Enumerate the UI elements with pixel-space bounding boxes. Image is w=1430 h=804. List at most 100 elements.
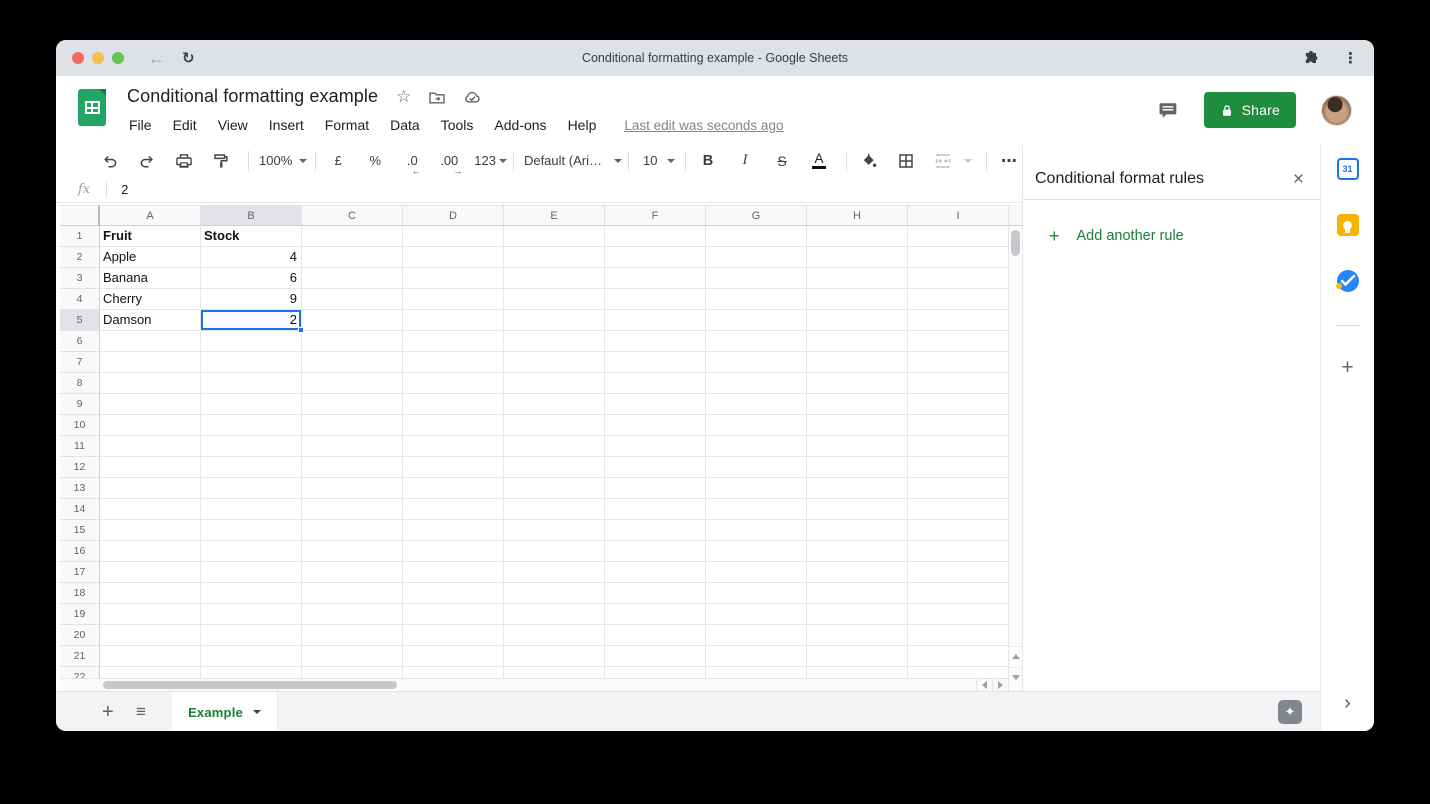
cell-E9[interactable] [504,394,605,415]
cell-E5[interactable] [504,310,605,331]
cell-G18[interactable] [706,583,807,604]
cell-H5[interactable] [807,310,908,331]
cell-H4[interactable] [807,289,908,310]
increase-decimal-button[interactable]: .00→ [437,149,461,173]
cell-G12[interactable] [706,457,807,478]
row-header-6[interactable]: 6 [60,331,100,352]
bold-button[interactable]: B [696,149,720,173]
cell-G14[interactable] [706,499,807,520]
cell-F15[interactable] [605,520,706,541]
cell-H14[interactable] [807,499,908,520]
cell-A3[interactable]: Banana [100,268,201,289]
row-header-18[interactable]: 18 [60,583,100,604]
cell-A17[interactable] [100,562,201,583]
cell-A21[interactable] [100,646,201,667]
cell-C15[interactable] [302,520,403,541]
cell-I6[interactable] [908,331,1008,352]
cell-B12[interactable] [201,457,302,478]
cell-C19[interactable] [302,604,403,625]
cell-C12[interactable] [302,457,403,478]
cell-D20[interactable] [403,625,504,646]
cell-E3[interactable] [504,268,605,289]
fill-color-icon[interactable] [857,149,881,173]
cell-B22[interactable] [201,667,302,678]
cell-E8[interactable] [504,373,605,394]
cell-A18[interactable] [100,583,201,604]
cell-H9[interactable] [807,394,908,415]
cell-H13[interactable] [807,478,908,499]
cell-A7[interactable] [100,352,201,373]
cell-G6[interactable] [706,331,807,352]
cell-B4[interactable]: 9 [201,289,302,310]
cell-E1[interactable] [504,226,605,247]
cell-B1[interactable]: Stock [201,226,302,247]
row-header-17[interactable]: 17 [60,562,100,583]
cell-I21[interactable] [908,646,1008,667]
cell-B18[interactable] [201,583,302,604]
format-currency-button[interactable]: £ [326,149,350,173]
print-icon[interactable] [172,149,196,173]
italic-button[interactable]: I [733,149,757,173]
row-header-9[interactable]: 9 [60,394,100,415]
text-color-button[interactable]: A [807,149,831,173]
cell-E11[interactable] [504,436,605,457]
horizontal-scrollbar-thumb[interactable] [103,681,397,689]
cell-F7[interactable] [605,352,706,373]
column-header-A[interactable]: A [100,205,201,226]
browser-menu-icon[interactable]: ⋮ [1343,49,1358,67]
row-header-4[interactable]: 4 [60,289,100,310]
cell-F4[interactable] [605,289,706,310]
cell-D8[interactable] [403,373,504,394]
cell-H20[interactable] [807,625,908,646]
decrease-decimal-button[interactable]: .0← [400,149,424,173]
cell-C9[interactable] [302,394,403,415]
cell-D16[interactable] [403,541,504,562]
cell-G9[interactable] [706,394,807,415]
row-header-7[interactable]: 7 [60,352,100,373]
menu-insert[interactable]: Insert [269,117,304,133]
comment-icon[interactable] [1158,101,1179,120]
cell-D3[interactable] [403,268,504,289]
column-header-F[interactable]: F [605,205,706,226]
cell-D14[interactable] [403,499,504,520]
cell-A10[interactable] [100,415,201,436]
cell-B8[interactable] [201,373,302,394]
cell-A8[interactable] [100,373,201,394]
cell-H8[interactable] [807,373,908,394]
cell-B19[interactable] [201,604,302,625]
cell-G1[interactable] [706,226,807,247]
cell-H21[interactable] [807,646,908,667]
paint-format-icon[interactable] [209,149,233,173]
cell-F10[interactable] [605,415,706,436]
row-header-5[interactable]: 5 [60,310,100,331]
cell-F8[interactable] [605,373,706,394]
select-all-corner[interactable] [60,205,100,226]
menu-edit[interactable]: Edit [173,117,197,133]
cell-B2[interactable]: 4 [201,247,302,268]
cell-F13[interactable] [605,478,706,499]
cell-E12[interactable] [504,457,605,478]
cell-I16[interactable] [908,541,1008,562]
cell-G22[interactable] [706,667,807,678]
cell-E18[interactable] [504,583,605,604]
cell-F14[interactable] [605,499,706,520]
row-header-20[interactable]: 20 [60,625,100,646]
scroll-left-icon[interactable] [976,679,992,691]
last-edit-link[interactable]: Last edit was seconds ago [624,118,783,133]
cell-I8[interactable] [908,373,1008,394]
cell-I19[interactable] [908,604,1008,625]
cell-H17[interactable] [807,562,908,583]
cell-C8[interactable] [302,373,403,394]
font-size-select[interactable]: 10 [639,149,679,173]
extensions-puzzle-icon[interactable] [1303,50,1319,66]
cell-E13[interactable] [504,478,605,499]
cell-F17[interactable] [605,562,706,583]
cell-A11[interactable] [100,436,201,457]
undo-icon[interactable] [98,149,122,173]
cell-H12[interactable] [807,457,908,478]
cell-F1[interactable] [605,226,706,247]
cell-D13[interactable] [403,478,504,499]
cell-D21[interactable] [403,646,504,667]
cell-C5[interactable] [302,310,403,331]
cell-A16[interactable] [100,541,201,562]
